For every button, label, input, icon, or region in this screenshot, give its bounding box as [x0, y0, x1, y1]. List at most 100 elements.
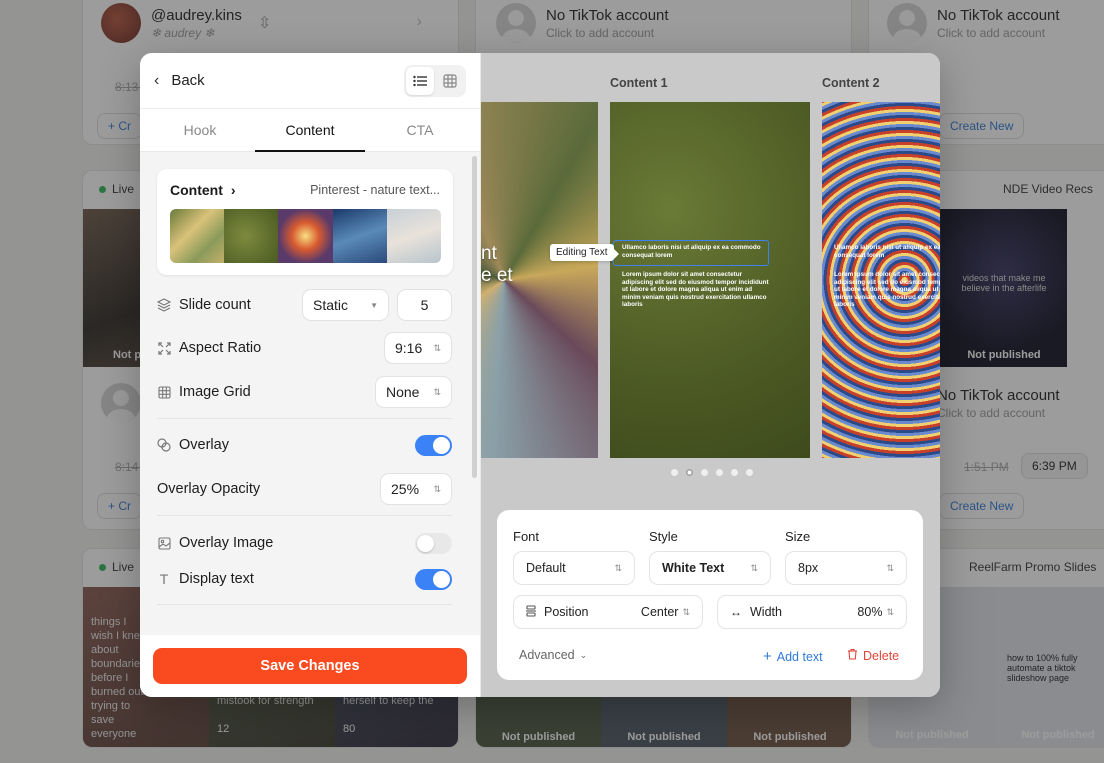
content-image [224, 209, 279, 263]
image-grid-select[interactable]: None ⇅ [375, 376, 452, 408]
plus-icon: + [763, 648, 772, 665]
back-label: Back [171, 72, 205, 89]
content-image-strip [170, 209, 441, 263]
chevron-down-icon: ⌄ [579, 649, 588, 660]
delete-button[interactable]: Delete [847, 648, 899, 663]
save-changes-button[interactable]: Save Changes [153, 648, 467, 684]
view-toggle [404, 64, 466, 97]
slide-pagination [671, 469, 753, 476]
display-text-toggle[interactable] [415, 568, 452, 590]
overlay-opacity-select[interactable]: 25% ⇅ [380, 473, 452, 505]
font-select[interactable]: Default ⇅ [513, 551, 635, 585]
pagination-dot[interactable] [746, 469, 753, 476]
tab-hook[interactable]: Hook [145, 109, 255, 151]
slideshow-editor-modal: ‹ Back Hook Content CTA Content › Pinter… [140, 53, 940, 697]
hook-text: nt e et [481, 243, 513, 286]
content-image [332, 209, 387, 263]
settings-scroll-area[interactable]: Content › Pinterest - nature text... Sli… [140, 152, 480, 635]
aspect-ratio-row: Aspect Ratio 9:16 ⇅ [157, 332, 452, 364]
settings-panel: ‹ Back Hook Content CTA Content › Pinter… [140, 53, 481, 697]
pagination-dot-active[interactable] [686, 469, 693, 476]
content-source-label: Pinterest - nature text... [310, 183, 440, 197]
add-text-button[interactable]: + Add text [763, 648, 823, 665]
position-icon [526, 604, 536, 620]
slide-body-text: Lorem ipsum dolor sit amet consectetur a… [834, 271, 940, 308]
chevron-right-icon: › [230, 182, 236, 198]
slide-title-text: Ullamco laboris nisi ut aliquip ex ea co… [622, 244, 761, 259]
content-image [170, 209, 225, 263]
pagination-dot[interactable] [671, 469, 678, 476]
slide-count-row: Slide count Static ▼ 5 [157, 289, 452, 321]
overlay-label: Overlay [179, 437, 229, 453]
overlay-image-label: Overlay Image [179, 535, 274, 551]
expand-icon [157, 341, 171, 355]
content-image [278, 209, 333, 263]
image-grid-row: Image Grid None ⇅ [157, 376, 452, 408]
preview-area: Content 1 Content 2 nt e et Ullamco labo… [481, 53, 940, 697]
content-image [386, 209, 441, 263]
image-icon [157, 536, 171, 550]
style-select[interactable]: White Text ⇅ [649, 551, 771, 585]
width-select[interactable]: ↔ Width 80% ⇅ [717, 595, 907, 629]
tab-cta[interactable]: CTA [365, 109, 475, 151]
chevron-updown-icon: ⇅ [433, 483, 441, 494]
size-label: Size [785, 529, 811, 544]
panel-header: ‹ Back [140, 53, 480, 109]
text-style-panel: Font Style Size Default ⇅ White Text ⇅ 8… [497, 510, 923, 680]
chevron-updown-icon: ⇅ [682, 606, 690, 617]
advanced-toggle[interactable]: Advanced ⌄ [519, 648, 587, 662]
chevron-updown-icon: ⇅ [886, 606, 894, 617]
position-label: Position [544, 605, 589, 619]
overlay-opacity-label: Overlay Opacity [157, 481, 261, 497]
width-icon: ↔ [730, 605, 742, 619]
editing-text-tooltip: Editing Text [550, 244, 618, 261]
overlay-icon [157, 438, 171, 452]
font-label: Font [513, 529, 540, 544]
display-text-label: Display text [179, 571, 254, 587]
slide-title-text: Ullamco laboris nisi ut aliquip ex ea co… [834, 244, 940, 259]
slide-count-mode-select[interactable]: Static ▼ [302, 289, 389, 321]
position-select[interactable]: Position Center ⇅ [513, 595, 703, 629]
overlay-opacity-row: Overlay Opacity 25% ⇅ [157, 473, 452, 505]
size-select[interactable]: 8px ⇅ [785, 551, 907, 585]
section-tabs: Hook Content CTA [140, 109, 480, 152]
text-icon: T [159, 571, 169, 587]
slide-preview-content-1[interactable]: Ullamco laboris nisi ut aliquip ex ea co… [610, 102, 810, 458]
width-label: Width [750, 605, 782, 619]
chevron-left-icon: ‹ [154, 71, 160, 89]
pagination-dot[interactable] [731, 469, 738, 476]
overlay-image-row: Overlay Image [157, 532, 452, 554]
divider [157, 515, 452, 516]
aspect-ratio-label: Aspect Ratio [179, 340, 262, 356]
grid-icon [157, 385, 171, 399]
slide-preview-hook[interactable]: nt e et [481, 102, 598, 458]
overlay-image-toggle[interactable] [415, 532, 452, 554]
grid-view-icon[interactable] [436, 67, 464, 95]
chevron-updown-icon: ⇅ [433, 386, 441, 397]
scrollbar[interactable] [472, 156, 477, 478]
overlay-row: Overlay [157, 434, 452, 456]
aspect-ratio-select[interactable]: 9:16 ⇅ [384, 332, 452, 364]
overlay-toggle[interactable] [415, 434, 452, 456]
divider [157, 604, 452, 605]
layers-icon [157, 298, 171, 312]
back-button[interactable]: ‹ Back [154, 72, 205, 90]
list-view-icon[interactable] [406, 66, 434, 95]
content-card-title: Content [170, 182, 223, 198]
tab-content[interactable]: Content [255, 109, 365, 152]
pagination-dot[interactable] [701, 469, 708, 476]
slide-count-input[interactable]: 5 [397, 289, 452, 321]
image-grid-label: Image Grid [179, 384, 251, 400]
slide-body-text: Lorem ipsum dolor sit amet consectetur a… [622, 271, 769, 308]
slide-preview-content-2[interactable]: Ullamco laboris nisi ut aliquip ex ea co… [822, 102, 940, 458]
trash-icon [847, 648, 858, 663]
slide-label: Content 1 [610, 76, 668, 90]
display-text-row: T Display text [157, 568, 452, 590]
slide-count-label: Slide count [179, 297, 251, 313]
content-source-card[interactable]: Content › Pinterest - nature text... [157, 169, 453, 275]
style-label: Style [649, 529, 678, 544]
pagination-dot[interactable] [716, 469, 723, 476]
slide-label: Content 2 [822, 76, 880, 90]
divider [157, 418, 452, 419]
chevron-updown-icon: ⇅ [433, 342, 441, 353]
